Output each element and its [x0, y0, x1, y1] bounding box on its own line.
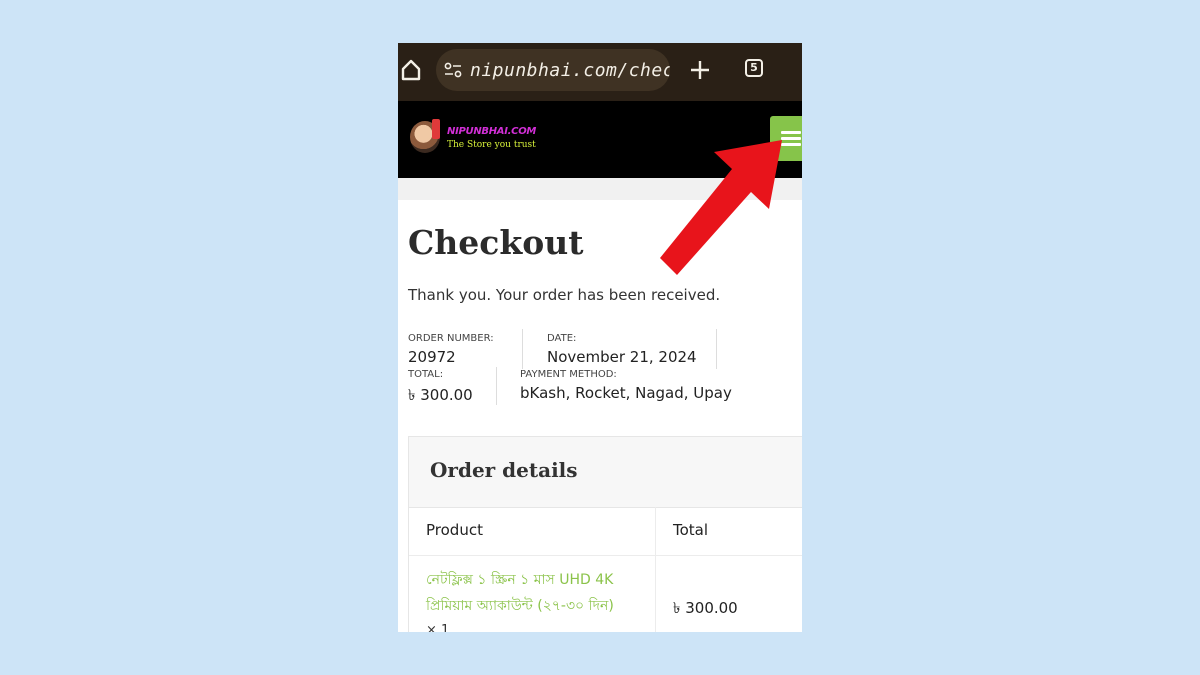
site-header: NIPUNBHAI.COM The Store you trust [398, 101, 802, 178]
overview-divider [716, 329, 717, 369]
order-details-header: Order details [409, 437, 802, 508]
order-number: 20972 [408, 348, 456, 366]
home-icon[interactable] [400, 58, 422, 82]
product-link[interactable]: নেটফ্লিক্স ১ স্ক্রিন ১ মাস UHD 4K প্রিমি… [426, 567, 641, 619]
column-header-total: Total [673, 521, 709, 539]
url-text[interactable]: nipunbhai.com/checko [470, 60, 670, 81]
order-number-label: ORDER NUMBER: [408, 333, 494, 344]
logo-name: NIPUNBHAI.COM [447, 126, 537, 137]
hamburger-menu-icon[interactable] [770, 116, 802, 161]
product-quantity: × 1 [426, 623, 450, 632]
order-date: November 21, 2024 [547, 348, 697, 366]
payment-method: bKash, Rocket, Nagad, Upay [520, 384, 732, 402]
browser-toolbar: nipunbhai.com/checko 5 [398, 43, 802, 101]
date-label: DATE: [547, 333, 577, 344]
payment-method-label: PAYMENT METHOD: [520, 369, 617, 380]
logo-tagline: The Store you trust [447, 140, 536, 150]
column-divider [655, 507, 656, 632]
total-label: TOTAL: [408, 369, 444, 380]
overview-divider [496, 367, 497, 405]
overview-divider [522, 329, 523, 369]
site-settings-icon[interactable] [444, 62, 462, 78]
line-total: ৳ 300.00 [673, 599, 738, 617]
phone-screen: nipunbhai.com/checko 5 NIPUNBHAI.COM The… [398, 43, 802, 632]
column-header-product: Product [426, 521, 483, 539]
order-total: ৳ 300.00 [408, 386, 473, 404]
order-details-title: Order details [430, 458, 578, 482]
address-bar[interactable]: nipunbhai.com/checko [436, 49, 670, 91]
row-divider [409, 555, 802, 556]
thank-you-message: Thank you. Your order has been received. [408, 286, 721, 304]
order-details-section: Order details Product Total নেটফ্লিক্স ১… [408, 436, 802, 632]
logo-bottle-icon [432, 119, 440, 139]
header-spacer [398, 178, 802, 200]
page-title: Checkout [408, 223, 584, 262]
tabs-icon[interactable]: 5 [745, 59, 763, 77]
plus-icon[interactable] [688, 58, 712, 82]
